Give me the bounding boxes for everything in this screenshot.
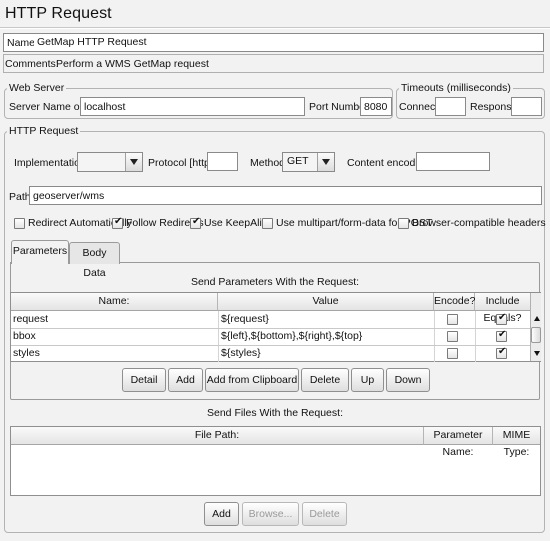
include-equals-checkbox[interactable]	[496, 312, 507, 325]
column-header-name[interactable]: Name:	[11, 293, 218, 311]
server-name-input[interactable]: localhost	[80, 97, 305, 116]
encode-checkbox[interactable]	[447, 314, 458, 325]
chevron-down-icon	[125, 153, 142, 171]
column-divider	[475, 311, 476, 362]
send-files-title: Send Files With the Request:	[207, 407, 343, 419]
include-equals-checkbox[interactable]	[496, 346, 507, 359]
implementation-select[interactable]	[77, 152, 143, 172]
timeouts-legend: Timeouts (milliseconds)	[399, 82, 513, 94]
files-delete-button[interactable]: Delete	[302, 502, 347, 526]
column-header-file-path[interactable]: File Path:	[11, 427, 424, 445]
cell-value[interactable]: ${left},${bottom},${right},${top}	[219, 329, 433, 345]
column-divider	[434, 311, 435, 362]
up-button[interactable]: Up	[351, 368, 384, 392]
cell-name[interactable]: styles	[11, 346, 217, 362]
vertical-scrollbar[interactable]	[530, 293, 541, 361]
down-button[interactable]: Down	[386, 368, 430, 392]
column-header-parameter-name[interactable]: Parameter Name:	[424, 427, 493, 458]
tab-body-data[interactable]: Body Data	[69, 242, 120, 279]
multipart-form-data-checkbox[interactable]	[262, 218, 273, 229]
encode-checkbox[interactable]	[447, 348, 458, 359]
protocol-label: Protocol [http]:	[148, 157, 216, 169]
name-field[interactable]: GetMap HTTP Request	[34, 34, 543, 51]
use-keepalive-checkbox[interactable]	[190, 216, 201, 229]
column-header-include-equals[interactable]: Include Equals?	[475, 293, 530, 324]
scrollbar-thumb[interactable]	[531, 327, 541, 343]
cell-name[interactable]: bbox	[11, 329, 217, 345]
parameters-table: Name: Value Encode? Include Equals? requ…	[10, 292, 541, 362]
add-from-clipboard-button[interactable]: Add from Clipboard	[205, 368, 299, 392]
method-select[interactable]: GET	[282, 152, 335, 172]
protocol-input[interactable]	[207, 152, 238, 171]
method-value: GET	[287, 155, 309, 167]
port-number-input[interactable]: 8080	[360, 97, 392, 116]
scroll-down-arrow-icon[interactable]	[531, 346, 541, 360]
web-server-legend: Web Server	[7, 82, 67, 94]
files-browse-button[interactable]: Browse...	[242, 502, 299, 526]
scroll-up-arrow-icon[interactable]	[531, 311, 541, 325]
files-table: File Path: Parameter Name: MIME Type:	[10, 426, 541, 496]
response-input[interactable]	[511, 97, 542, 116]
tab-parameters[interactable]: Parameters	[11, 240, 69, 264]
follow-redirects-checkbox[interactable]	[112, 216, 123, 229]
title-divider-highlight	[0, 28, 550, 29]
path-input[interactable]: geoserver/wms	[29, 186, 542, 205]
redirect-automatically-checkbox[interactable]	[14, 218, 25, 229]
detail-button[interactable]: Detail	[122, 368, 166, 392]
files-add-button[interactable]: Add	[204, 502, 239, 526]
encode-checkbox[interactable]	[447, 331, 458, 342]
delete-button[interactable]: Delete	[301, 368, 349, 392]
column-header-value[interactable]: Value	[218, 293, 434, 311]
comments-field[interactable]: Perform a WMS GetMap request	[56, 57, 209, 71]
browser-compatible-headers-checkbox[interactable]	[398, 218, 409, 229]
send-parameters-title: Send Parameters With the Request:	[190, 276, 360, 288]
column-header-mime-type[interactable]: MIME Type:	[493, 427, 540, 458]
column-header-encode[interactable]: Encode?	[434, 293, 475, 311]
chevron-down-icon	[317, 153, 334, 171]
http-request-legend: HTTP Request	[7, 125, 81, 137]
cell-value[interactable]: ${styles}	[219, 346, 433, 362]
page-title: HTTP Request	[5, 5, 112, 22]
cell-name[interactable]: request	[11, 312, 217, 328]
connect-input[interactable]	[435, 97, 466, 116]
browser-compatible-headers-label: Browser-compatible headers	[412, 217, 546, 229]
include-equals-checkbox[interactable]	[496, 329, 507, 342]
content-encoding-input[interactable]	[416, 152, 490, 171]
add-button[interactable]: Add	[168, 368, 203, 392]
cell-value[interactable]: ${request}	[219, 312, 433, 328]
